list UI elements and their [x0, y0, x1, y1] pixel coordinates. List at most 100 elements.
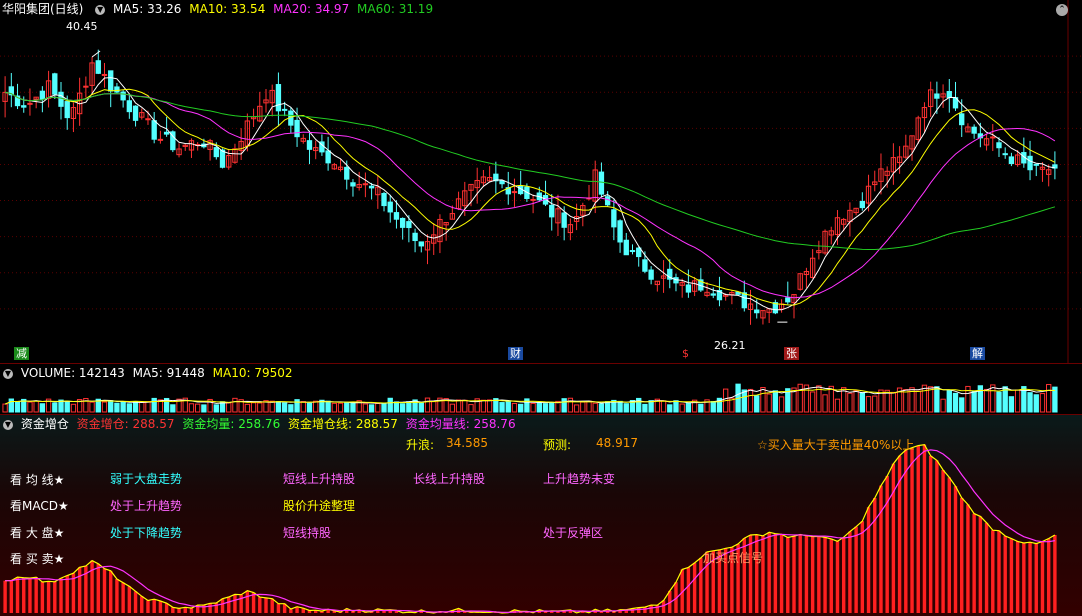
- volume-bar[interactable]: [940, 398, 946, 413]
- volume-bar[interactable]: [1014, 389, 1021, 413]
- fund-bar[interactable]: [649, 605, 653, 613]
- candle-body[interactable]: [157, 138, 164, 141]
- volume-bar[interactable]: [170, 404, 176, 413]
- candle-body[interactable]: [145, 118, 151, 121]
- volume-bar[interactable]: [946, 390, 952, 413]
- volume-bar[interactable]: [114, 402, 120, 413]
- volume-bar[interactable]: [393, 401, 400, 413]
- candle-body[interactable]: [710, 293, 716, 296]
- fund-bar[interactable]: [15, 577, 20, 613]
- fund-bar[interactable]: [208, 603, 212, 613]
- fund-bar[interactable]: [270, 598, 274, 613]
- fund-bar[interactable]: [102, 568, 107, 613]
- fund-bar[interactable]: [77, 567, 82, 613]
- volume-bar[interactable]: [70, 403, 77, 413]
- volume-bar[interactable]: [337, 402, 344, 413]
- fund-bar[interactable]: [792, 536, 796, 613]
- candle-body[interactable]: [604, 196, 611, 206]
- fund-bar[interactable]: [978, 516, 983, 613]
- candle-body[interactable]: [511, 191, 518, 194]
- candle-body[interactable]: [859, 200, 866, 209]
- volume-bar[interactable]: [685, 402, 692, 413]
- fund-chart[interactable]: [0, 415, 1082, 616]
- fund-bar[interactable]: [748, 534, 753, 613]
- volume-bar[interactable]: [449, 403, 456, 413]
- volume-bar[interactable]: [281, 402, 288, 413]
- fund-bar[interactable]: [146, 600, 150, 613]
- volume-bar[interactable]: [368, 404, 375, 413]
- dropdown-icon[interactable]: ▼: [95, 4, 106, 15]
- candle-body[interactable]: [754, 309, 760, 314]
- volume-bar[interactable]: [990, 384, 996, 413]
- volume-bar[interactable]: [959, 397, 965, 413]
- fund-bar[interactable]: [53, 581, 57, 613]
- marker-rise[interactable]: 张: [784, 347, 799, 360]
- volume-bar[interactable]: [865, 396, 872, 413]
- candle-body[interactable]: [393, 212, 400, 220]
- fund-bar[interactable]: [841, 537, 846, 613]
- fund-bar[interactable]: [1034, 543, 1038, 613]
- volume-bar[interactable]: [486, 399, 493, 413]
- volume-bar[interactable]: [1027, 392, 1033, 413]
- volume-bar[interactable]: [275, 401, 282, 413]
- volume-bar[interactable]: [213, 404, 219, 413]
- fund-bar[interactable]: [1022, 543, 1026, 613]
- fund-bar[interactable]: [960, 497, 964, 613]
- fund-bar[interactable]: [823, 537, 827, 613]
- fund-bar[interactable]: [860, 521, 865, 613]
- fund-bar[interactable]: [1028, 542, 1032, 613]
- candle-body[interactable]: [549, 204, 555, 218]
- candle-body[interactable]: [108, 70, 114, 92]
- volume-bar[interactable]: [406, 401, 412, 413]
- volume-bar[interactable]: [250, 402, 257, 413]
- volume-bar[interactable]: [934, 386, 940, 413]
- fund-bar[interactable]: [779, 534, 784, 613]
- volume-bar[interactable]: [710, 401, 716, 413]
- fund-bar[interactable]: [46, 581, 51, 613]
- volume-bar[interactable]: [747, 388, 754, 413]
- fund-bar[interactable]: [171, 607, 175, 613]
- candle-body[interactable]: [598, 171, 605, 195]
- volume-bar[interactable]: [642, 403, 648, 413]
- fund-bar[interactable]: [947, 477, 952, 613]
- candle-body[interactable]: [1027, 155, 1033, 171]
- fund-bar[interactable]: [810, 536, 815, 613]
- candle-body[interactable]: [387, 201, 393, 213]
- candle-body[interactable]: [934, 93, 940, 99]
- fund-bar[interactable]: [643, 607, 647, 613]
- volume-bar[interactable]: [424, 397, 431, 413]
- fund-bar[interactable]: [258, 597, 262, 613]
- candle-body[interactable]: [362, 183, 369, 186]
- candle-body[interactable]: [629, 250, 636, 253]
- fund-bar[interactable]: [245, 590, 250, 613]
- candle-body[interactable]: [132, 105, 139, 121]
- volume-bar[interactable]: [667, 404, 673, 413]
- candle-body[interactable]: [350, 182, 356, 187]
- fund-bar[interactable]: [804, 535, 809, 613]
- fund-bar[interactable]: [891, 463, 896, 613]
- fund-bar[interactable]: [873, 497, 877, 613]
- fund-bar[interactable]: [786, 537, 790, 613]
- candle-body[interactable]: [213, 147, 219, 158]
- fund-bar[interactable]: [133, 591, 138, 613]
- fund-bar[interactable]: [227, 596, 231, 613]
- volume-bar[interactable]: [14, 400, 21, 413]
- volume-bar[interactable]: [915, 390, 921, 413]
- fund-bar[interactable]: [189, 608, 194, 613]
- fund-bar[interactable]: [220, 598, 225, 613]
- volume-bar[interactable]: [499, 402, 505, 413]
- candle-body[interactable]: [275, 84, 282, 112]
- candle-body[interactable]: [685, 284, 692, 293]
- volume-bar[interactable]: [145, 401, 151, 413]
- volume-panel[interactable]: ▼ VOLUME: 142143 MA5: 91448 MA10: 79502: [0, 364, 1082, 414]
- volume-bar[interactable]: [586, 400, 592, 413]
- volume-bar[interactable]: [604, 401, 611, 413]
- candle-body[interactable]: [101, 73, 108, 76]
- volume-bar[interactable]: [760, 387, 766, 413]
- volume-bar[interactable]: [126, 403, 133, 413]
- fund-bar[interactable]: [798, 534, 802, 613]
- candle-body[interactable]: [996, 142, 1002, 149]
- volume-bar[interactable]: [952, 392, 959, 413]
- volume-bar[interactable]: [132, 401, 139, 413]
- volume-bar[interactable]: [331, 402, 338, 413]
